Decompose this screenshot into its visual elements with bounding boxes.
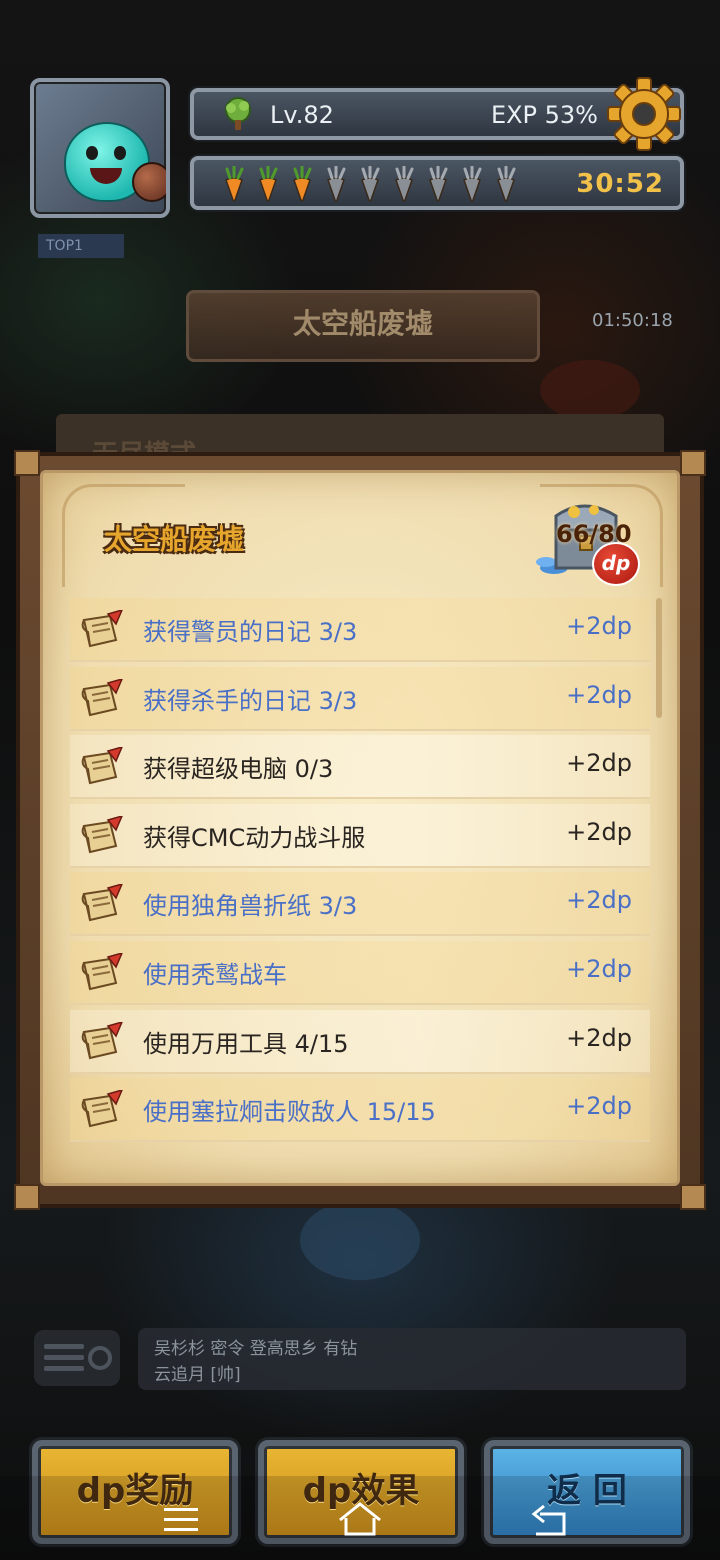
dp-effect-label: dp效果 bbox=[302, 1471, 420, 1511]
carrot-empty-icon bbox=[422, 165, 454, 202]
map-lava bbox=[540, 360, 640, 420]
quest-scroll-icon bbox=[81, 884, 123, 922]
stamina-carrots bbox=[218, 165, 522, 202]
quest-scroll-icon bbox=[81, 610, 123, 648]
carrot-full-icon bbox=[286, 165, 318, 202]
quest-scroll-icon bbox=[81, 952, 123, 991]
task-points: +2dp bbox=[566, 1023, 632, 1052]
task-points: +2dp bbox=[566, 954, 632, 983]
quest-scroll-icon bbox=[81, 815, 123, 853]
quest-scroll-icon bbox=[81, 1090, 123, 1128]
carrot-full-icon bbox=[218, 165, 250, 202]
task-row[interactable]: 使用秃鹫战车 +2dp bbox=[70, 940, 650, 1005]
task-text: 使用万用工具 4/15 bbox=[143, 1029, 349, 1058]
player-avatar[interactable] bbox=[30, 78, 170, 218]
task-row[interactable]: 获得警员的日记 3/3 +2dp bbox=[70, 598, 650, 662]
map-tower bbox=[300, 1200, 420, 1280]
top-badge[interactable]: TOP1 bbox=[38, 234, 124, 258]
stamina-timer: 30:52 bbox=[576, 169, 664, 199]
task-points: +2dp bbox=[566, 612, 632, 640]
task-row[interactable]: 使用万用工具 4/15 +2dp bbox=[70, 1009, 650, 1074]
task-points: +2dp bbox=[566, 1092, 632, 1121]
quest-scroll-icon bbox=[81, 678, 123, 716]
carrot-full-icon bbox=[252, 165, 284, 202]
task-text: 获得杀手的日记 3/3 bbox=[143, 686, 358, 715]
event-timer: 01:50:18 bbox=[592, 310, 673, 331]
task-row[interactable]: 获得杀手的日记 3/3 +2dp bbox=[70, 666, 650, 731]
dp-reward-label: dp奖励 bbox=[76, 1471, 194, 1511]
carrot-empty-icon bbox=[388, 165, 420, 202]
task-row[interactable]: 获得超级电脑 0/3 +2dp bbox=[70, 735, 650, 800]
task-text: 获得警员的日记 3/3 bbox=[143, 618, 358, 646]
back-label: 返 回 bbox=[547, 1471, 627, 1511]
task-points: +2dp bbox=[566, 749, 632, 778]
chat-icon bbox=[44, 1344, 112, 1371]
carrot-empty-icon bbox=[320, 165, 352, 202]
carrot-empty-icon bbox=[490, 165, 522, 202]
stamina-bar: 30:52 bbox=[190, 156, 684, 210]
chat-toggle-button[interactable] bbox=[34, 1330, 120, 1386]
chat-message: 云追月 [帅] bbox=[154, 1365, 241, 1385]
avatar-pet-ball bbox=[132, 162, 166, 202]
task-points: +2dp bbox=[566, 817, 632, 846]
task-text: 使用秃鹫战车 bbox=[143, 960, 287, 989]
task-text: 使用塞拉炯击败敌人 15/15 bbox=[143, 1098, 436, 1127]
chat-message: 吴杉杉 密令 登高思乡 有钻 bbox=[154, 1339, 358, 1359]
task-points: +2dp bbox=[566, 886, 632, 915]
task-row[interactable]: 获得CMC动力战斗服 +2dp bbox=[70, 803, 650, 868]
stage-banner: 太空船废墟 bbox=[186, 290, 540, 362]
carrot-empty-icon bbox=[354, 165, 386, 202]
carrot-empty-icon bbox=[456, 165, 488, 202]
exp-percent: EXP 53% bbox=[490, 101, 598, 129]
player-level: Lv.82 bbox=[270, 101, 334, 129]
dialog-title: 太空船废墟 bbox=[104, 523, 245, 556]
task-text: 获得超级电脑 0/3 bbox=[143, 755, 334, 784]
task-list-scrollbar[interactable] bbox=[656, 598, 662, 718]
task-text: 获得CMC动力战斗服 bbox=[143, 823, 366, 852]
chat-preview[interactable]: 吴杉杉 密令 登高思乡 有钻 云追月 [帅] bbox=[138, 1328, 686, 1390]
tree-icon bbox=[225, 97, 251, 130]
quest-scroll-icon bbox=[81, 747, 123, 785]
task-points: +2dp bbox=[566, 680, 632, 709]
gear-icon[interactable] bbox=[606, 76, 682, 152]
task-text: 使用独角兽折纸 3/3 bbox=[143, 892, 358, 921]
quest-scroll-icon bbox=[81, 1021, 123, 1059]
dp-badge-icon: dp bbox=[592, 542, 640, 586]
task-list[interactable]: 获得警员的日记 3/3 +2dp 获得杀手的日记 3/3 +2dp 获得超级电脑 0/3… bbox=[70, 598, 650, 1147]
task-row[interactable]: 使用独角兽折纸 3/3 +2dp bbox=[70, 872, 650, 937]
task-row[interactable]: 使用塞拉炯击败敌人 15/15 +2dp bbox=[70, 1078, 650, 1143]
